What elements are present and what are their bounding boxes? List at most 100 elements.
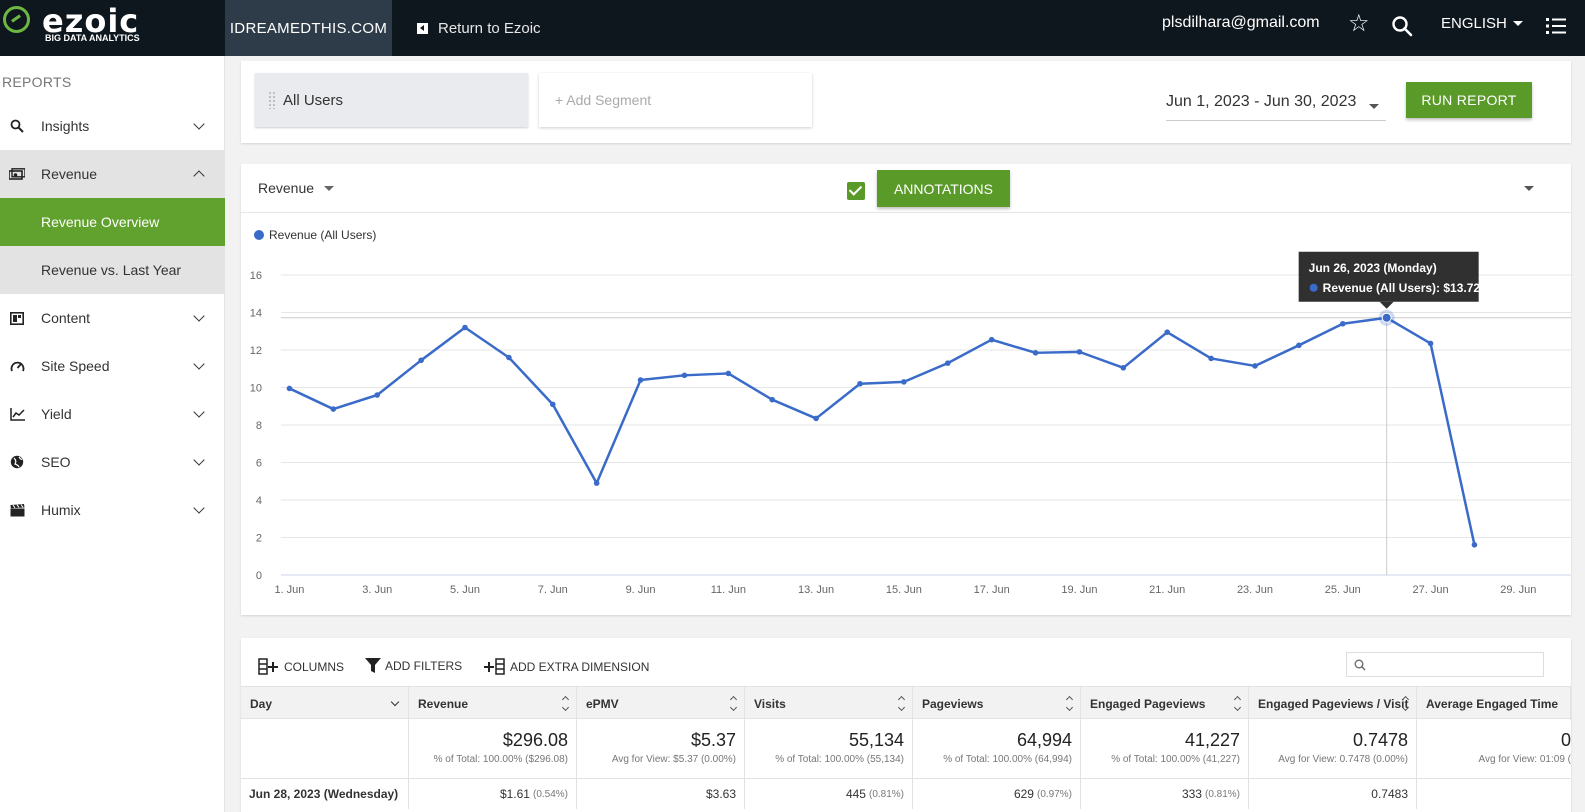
content-icon (9, 310, 25, 326)
chevron-down-icon (193, 454, 205, 466)
revenue-line-chart: 0 2 4 6 8 10 12 14 16 1. Jun 3. Jun 5. Jun 7. Jun 9. … (250, 228, 1571, 596)
x-tick-label: 11. Jun (711, 584, 746, 596)
columns-button[interactable]: COLUMNS (258, 658, 344, 675)
column-title: Visits (754, 696, 786, 711)
clapperboard-icon (9, 502, 25, 518)
sort-icon (1067, 697, 1073, 710)
chevron-down-icon (193, 118, 205, 130)
x-tick-label: 25. Jun (1325, 584, 1361, 596)
search-icon (1354, 659, 1366, 671)
data-point (374, 392, 381, 398)
x-tick-label: 19. Jun (1061, 584, 1097, 596)
star-icon[interactable]: ☆ (1348, 9, 1370, 38)
y-tick-label: 0 (256, 570, 262, 582)
chevron-down-icon (193, 358, 205, 370)
sidebar-item-content[interactable]: Content (0, 294, 225, 342)
speedometer-icon (9, 358, 25, 374)
data-point (1076, 349, 1083, 355)
table-row-cell: $3.63 (577, 779, 745, 809)
data-point (549, 401, 556, 408)
data-point (506, 354, 512, 361)
sidebar-item-seo[interactable]: SEO (0, 438, 225, 486)
column-header-pageviews[interactable]: Pageviews (913, 687, 1081, 720)
column-header-average-engaged-time[interactable]: Average Engaged Time (1417, 687, 1571, 720)
search-icon[interactable] (1391, 15, 1413, 37)
sidebar-item-yield[interactable]: Yield (0, 390, 225, 438)
table-search-input[interactable] (1346, 652, 1544, 677)
date-range-picker[interactable]: Jun 1, 2023 - Jun 30, 2023 (1166, 93, 1386, 121)
collapse-caret-icon[interactable] (1524, 186, 1534, 191)
add-filters-label: ADD FILTERS (385, 659, 463, 673)
data-point (637, 377, 644, 383)
annotations-button[interactable]: ANNOTATIONS (877, 170, 1010, 207)
total-value: $5.37 (690, 730, 736, 750)
sidebar-item-label: Humix (41, 502, 81, 518)
ezoic-logo[interactable]: ezoic BIG DATA ANALYTICS (0, 0, 225, 56)
cell-value: 333 (1181, 787, 1202, 801)
legend-marker (254, 230, 264, 240)
y-tick-label: 2 (256, 533, 262, 545)
y-tick-label: 8 (256, 420, 262, 432)
column-title: Engaged Pageviews / Visit (1258, 696, 1409, 711)
language-selector[interactable]: ENGLISH (1441, 15, 1523, 32)
site-tab[interactable]: IDREAMEDTHIS.COM (225, 0, 392, 56)
x-tick-label: 5. Jun (450, 584, 480, 596)
cell-value: $3.63 (705, 787, 736, 801)
add-segment-button[interactable]: + Add Segment (539, 73, 812, 127)
sidebar-item-insights[interactable]: Insights (0, 102, 225, 150)
add-extra-dimension-button[interactable]: ADD EXTRA DIMENSION (484, 658, 649, 675)
sidebar-item-label: Insights (41, 118, 90, 134)
sidebar-item-revenue[interactable]: Revenue (0, 150, 225, 198)
data-point (901, 379, 907, 385)
column-header-visits[interactable]: Visits (745, 687, 913, 720)
totals-cell: 0 Avg for View: 01:09 ( (1417, 719, 1571, 779)
ezoic-logo-icon (3, 6, 30, 33)
cell-percent: (0.81%) (1204, 788, 1240, 800)
segment-all-users[interactable]: All Users (255, 73, 528, 127)
sidebar-item-humix[interactable]: Humix (0, 486, 225, 534)
sidebar-subitem-revenue-overview[interactable]: Revenue Overview (0, 198, 225, 246)
sort-icon (899, 697, 905, 710)
table-header: Day Revenue ePMV Visits Pageviews Engage… (241, 686, 1571, 720)
sidebar-subitem-revenue-vs-last-year[interactable]: Revenue vs. Last Year (0, 246, 225, 294)
sidebar-item-label: Revenue (41, 166, 98, 182)
data-point (1252, 363, 1258, 369)
total-note: % of Total: 100.00% (64,994) (943, 754, 1072, 765)
y-tick-label: 16 (250, 270, 262, 282)
reports-label: REPORTS (2, 74, 72, 90)
data-point (330, 406, 337, 412)
y-tick-label: 6 (256, 458, 262, 470)
table-row-cell: 629 (0.97%) (913, 779, 1081, 809)
total-note: % of Total: 100.00% ($296.08) (433, 754, 568, 765)
column-header-engaged-pageviews[interactable]: Engaged Pageviews (1081, 687, 1249, 720)
table-row-day-cell[interactable]: Jun 28, 2023 (Wednesday) (241, 779, 409, 809)
column-header-epmv[interactable]: ePMV (577, 687, 745, 720)
table-row-cell: 0.7483 (1249, 779, 1417, 809)
drag-handle-icon[interactable] (268, 91, 276, 109)
data-point (1120, 365, 1127, 371)
annotations-checkbox[interactable] (847, 182, 865, 200)
data-point (769, 396, 776, 403)
x-tick-label: 29. Jun (1500, 584, 1536, 596)
return-to-ezoic-link[interactable]: Return to Ezoic (417, 14, 541, 42)
run-report-button[interactable]: RUN REPORT (1406, 82, 1532, 118)
column-header-day[interactable]: Day (241, 687, 409, 720)
data-point (593, 480, 600, 486)
total-note: % of Total: 100.00% (41,227) (1111, 754, 1240, 765)
caret-down-icon (1369, 104, 1379, 109)
sidebar-item-label: Yield (41, 406, 72, 422)
tooltip-arrow (1379, 301, 1394, 309)
table-toolbar: COLUMNS ADD FILTERS ADD EXTRA DIMENSION (241, 638, 1571, 688)
chart-line-icon (9, 406, 25, 422)
caret-down-icon (1512, 21, 1523, 26)
x-tick-label: 27. Jun (1413, 584, 1449, 596)
list-menu-icon[interactable] (1546, 15, 1566, 37)
user-email[interactable]: plsdilhara@gmail.com (1162, 14, 1320, 32)
chevron-down-icon (193, 502, 205, 514)
column-header-revenue[interactable]: Revenue (409, 687, 577, 720)
y-tick-label: 12 (250, 345, 262, 357)
column-header-engaged-pageviews-per-visit[interactable]: Engaged Pageviews / Visit (1249, 687, 1417, 720)
metric-selector[interactable]: Revenue (258, 180, 335, 196)
sidebar-item-site-speed[interactable]: Site Speed (0, 342, 225, 390)
add-filters-button[interactable]: ADD FILTERS (365, 658, 462, 674)
